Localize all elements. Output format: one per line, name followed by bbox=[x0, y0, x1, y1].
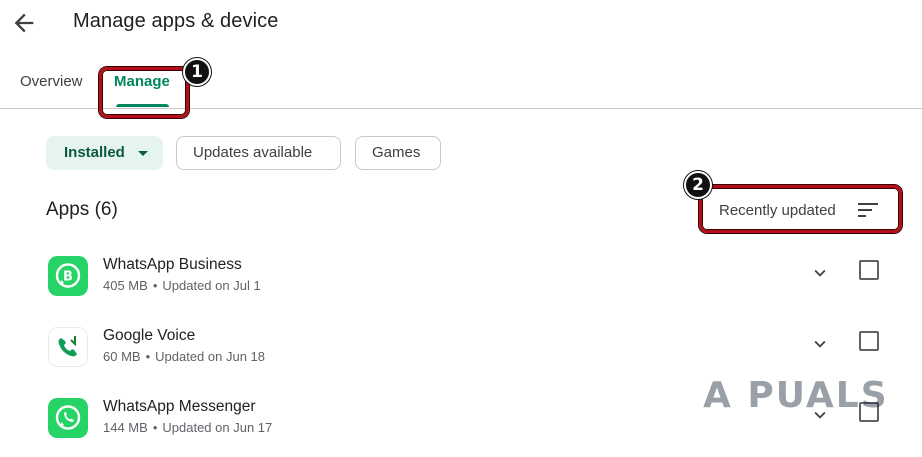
watermark-logo: A PUALS bbox=[703, 375, 889, 416]
filter-games-chip[interactable]: Games bbox=[355, 136, 441, 170]
select-checkbox[interactable] bbox=[859, 331, 879, 351]
chevron-down-icon[interactable] bbox=[809, 333, 831, 355]
svg-text:B: B bbox=[63, 270, 73, 285]
step-badge-2: 2 bbox=[684, 171, 712, 199]
list-item[interactable]: B WhatsApp Business 405 MB • Updated on Ju… bbox=[0, 256, 922, 316]
app-meta: 144 MB • Updated on Jun 17 bbox=[103, 420, 272, 435]
step-badge-1: 1 bbox=[183, 58, 211, 86]
whatsapp-icon bbox=[48, 398, 88, 438]
app-meta: 405 MB • Updated on Jul 1 bbox=[103, 278, 261, 293]
app-name: WhatsApp Messenger bbox=[103, 398, 256, 415]
separator-dot: • bbox=[152, 278, 158, 293]
arrow-left-icon[interactable] bbox=[10, 9, 38, 37]
app-size: 144 MB bbox=[103, 420, 148, 435]
filter-updates-chip[interactable]: Updates available bbox=[176, 136, 341, 170]
whatsapp-business-icon: B bbox=[48, 256, 88, 296]
dropdown-caret-icon bbox=[138, 151, 148, 156]
google-voice-icon bbox=[48, 327, 88, 367]
separator-dot: • bbox=[145, 349, 151, 364]
highlight-box-manage bbox=[99, 67, 189, 118]
page-title: Manage apps & device bbox=[73, 10, 279, 32]
tab-overview[interactable]: Overview bbox=[20, 73, 83, 90]
app-updated: Updated on Jun 18 bbox=[155, 349, 266, 364]
apps-count-heading: Apps (6) bbox=[46, 199, 118, 220]
filter-installed-label: Installed bbox=[64, 144, 125, 161]
highlight-box-sort bbox=[699, 185, 902, 233]
chevron-down-icon[interactable] bbox=[809, 262, 831, 284]
app-name: WhatsApp Business bbox=[103, 256, 242, 273]
app-size: 60 MB bbox=[103, 349, 141, 364]
app-size: 405 MB bbox=[103, 278, 148, 293]
top-app-bar: Manage apps & device bbox=[0, 0, 922, 56]
app-updated: Updated on Jul 1 bbox=[162, 278, 261, 293]
filter-installed-chip[interactable]: Installed bbox=[46, 136, 163, 170]
app-name: Google Voice bbox=[103, 327, 196, 344]
separator-dot: • bbox=[152, 420, 158, 435]
select-checkbox[interactable] bbox=[859, 260, 879, 280]
app-meta: 60 MB • Updated on Jun 18 bbox=[103, 349, 265, 364]
app-updated: Updated on Jun 17 bbox=[162, 420, 273, 435]
